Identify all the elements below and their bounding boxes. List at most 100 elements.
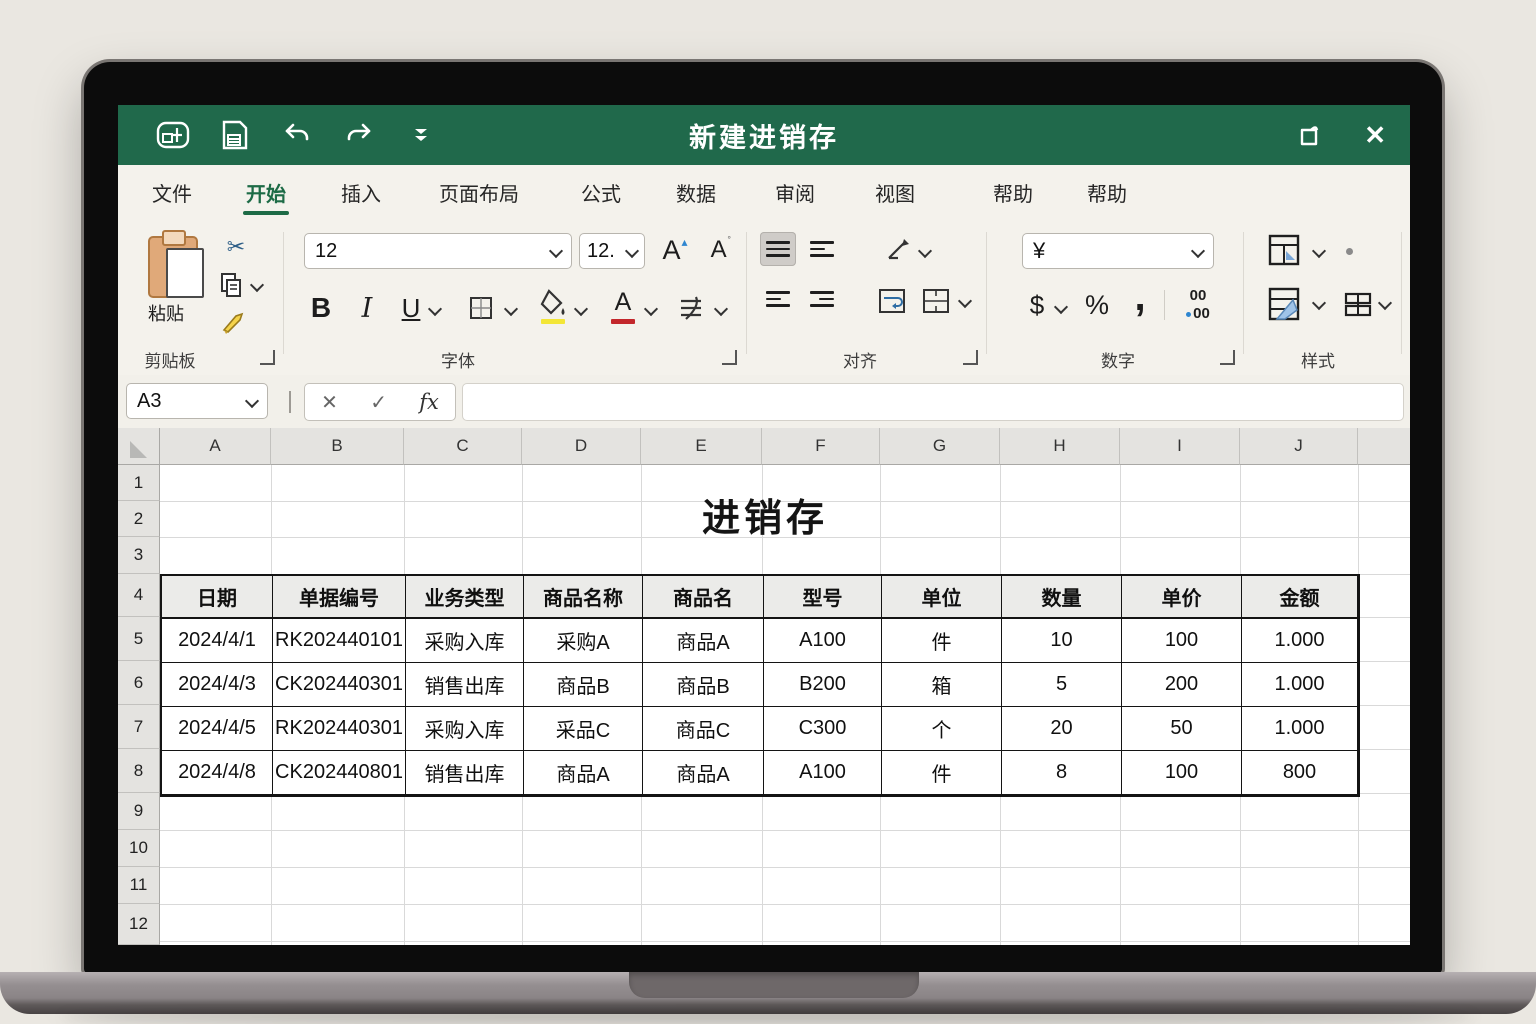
font-size-dropdown-icon[interactable] — [624, 243, 640, 259]
column-header-F[interactable]: F — [762, 428, 880, 465]
wrap-text-icon[interactable] — [874, 284, 910, 318]
table-cell[interactable]: 20 — [1002, 707, 1122, 751]
column-header-B[interactable]: B — [271, 428, 404, 465]
column-header-A[interactable]: A — [160, 428, 271, 465]
table-cell[interactable]: 商品A — [643, 751, 764, 795]
column-header-stub[interactable] — [1358, 428, 1410, 465]
fill-color-icon[interactable] — [536, 286, 570, 328]
merge-dropdown-icon[interactable] — [957, 293, 973, 309]
table-header-qty[interactable]: 数量 — [1002, 576, 1122, 619]
column-header-H[interactable]: H — [1000, 428, 1120, 465]
table-cell[interactable]: A100 — [764, 751, 882, 795]
confirm-entry-icon[interactable]: ✓ — [370, 390, 387, 415]
paste-button[interactable]: 粘贴 — [126, 226, 206, 326]
number-format-select[interactable]: ¥ — [1022, 233, 1214, 269]
row-header-8[interactable]: 8 — [118, 749, 160, 793]
select-all-corner[interactable] — [118, 428, 160, 465]
increase-decimal-icon[interactable]: 00 00 — [1176, 284, 1220, 326]
column-header-G[interactable]: G — [880, 428, 1000, 465]
format-as-table-icon[interactable] — [1264, 282, 1304, 326]
tab-file[interactable]: 文件 — [152, 165, 192, 220]
tab-page-layout[interactable]: 页面布局 — [439, 165, 519, 220]
copy-icon[interactable] — [216, 270, 246, 300]
name-box[interactable]: A3 — [126, 383, 268, 419]
table-cell[interactable]: 商品A — [643, 619, 764, 663]
comma-style-button[interactable]: , — [1126, 275, 1154, 319]
cancel-entry-icon[interactable]: ✕ — [321, 390, 338, 415]
table-cell[interactable]: 100 — [1122, 619, 1242, 663]
italic-button[interactable]: I — [350, 288, 384, 328]
tab-data[interactable]: 数据 — [676, 165, 716, 220]
table-cell[interactable]: 销售出库 — [406, 663, 524, 707]
table-header-date[interactable]: 日期 — [162, 576, 273, 619]
table-header-amount[interactable]: 金额 — [1242, 576, 1358, 619]
workbook-icon[interactable] — [156, 118, 190, 152]
table-cell[interactable]: 箱 — [882, 663, 1002, 707]
merge-center-icon[interactable] — [918, 284, 954, 318]
underline-dropdown-icon[interactable] — [427, 301, 443, 317]
sheet-title-cell[interactable]: 进销存 — [702, 487, 828, 542]
cells-area[interactable]: 进销存 日期 单据编号 业务类型 商品名称 商品名 型号 单位 数量 单价 金额… — [160, 465, 1410, 945]
alignment-dialog-launcher-icon[interactable] — [963, 350, 978, 365]
middle-align-button[interactable] — [804, 232, 840, 266]
font-size-input[interactable]: 12. — [579, 233, 645, 269]
table-cell[interactable]: 1.000 — [1242, 619, 1358, 663]
bold-button[interactable]: B — [304, 288, 338, 328]
font-dialog-launcher-icon[interactable] — [722, 350, 737, 365]
table-header-biz-type[interactable]: 业务类型 — [406, 576, 524, 619]
conditional-formatting-icon[interactable] — [1264, 230, 1304, 270]
shrink-font-button[interactable]: A ˚ — [704, 232, 738, 268]
tab-view[interactable]: 视图 — [875, 165, 915, 220]
row-header-4[interactable]: 4 — [118, 574, 160, 617]
clipboard-dialog-launcher-icon[interactable] — [260, 350, 275, 365]
column-header-D[interactable]: D — [522, 428, 641, 465]
number-dialog-launcher-icon[interactable] — [1220, 350, 1235, 365]
table-cell[interactable]: 商品B — [643, 663, 764, 707]
phonetic-dropdown-icon[interactable] — [713, 301, 729, 317]
table-cell[interactable]: CK202440801 — [273, 751, 406, 795]
number-format-dropdown-icon[interactable] — [1190, 243, 1206, 259]
row-header-6[interactable]: 6 — [118, 661, 160, 705]
table-cell[interactable]: 10 — [1002, 619, 1122, 663]
accounting-dropdown-icon[interactable] — [1053, 299, 1069, 315]
accounting-format-button[interactable]: $ — [1022, 286, 1052, 324]
table-header-product[interactable]: 商品名 — [643, 576, 764, 619]
borders-dropdown-icon[interactable] — [503, 301, 519, 317]
table-header-model[interactable]: 型号 — [764, 576, 882, 619]
table-cell[interactable]: 商品C — [643, 707, 764, 751]
insert-function-icon[interactable]: fx — [419, 390, 439, 414]
phonetic-guide-icon[interactable] — [674, 288, 708, 328]
table-cell[interactable]: 100 — [1122, 751, 1242, 795]
table-header-product-name[interactable]: 商品名称 — [524, 576, 643, 619]
table-cell[interactable]: 个 — [882, 707, 1002, 751]
table-cell[interactable]: 5 — [1002, 663, 1122, 707]
undo-icon[interactable] — [280, 118, 314, 152]
table-cell[interactable]: 采购入库 — [406, 619, 524, 663]
row-header-2[interactable]: 2 — [118, 501, 160, 537]
save-icon[interactable] — [218, 118, 252, 152]
table-header-unit[interactable]: 单位 — [882, 576, 1002, 619]
formula-input[interactable] — [462, 383, 1404, 421]
tab-help-2[interactable]: 帮助 — [1087, 165, 1127, 220]
fill-color-dropdown-icon[interactable] — [573, 301, 589, 317]
table-cell[interactable]: 件 — [882, 619, 1002, 663]
row-header-5[interactable]: 5 — [118, 617, 160, 661]
table-cell[interactable]: 采购入库 — [406, 707, 524, 751]
table-cell[interactable]: RK202440101 — [273, 619, 406, 663]
table-cell[interactable]: 采购A — [524, 619, 643, 663]
table-cell[interactable]: RK202440301 — [273, 707, 406, 751]
row-header-3[interactable]: 3 — [118, 537, 160, 574]
table-cell[interactable]: 1.000 — [1242, 707, 1358, 751]
table-cell[interactable]: B200 — [764, 663, 882, 707]
table-cell[interactable]: 商品A — [524, 751, 643, 795]
font-name-input[interactable]: 12 — [304, 233, 572, 269]
table-cell[interactable]: 2024/4/8 — [162, 751, 273, 795]
table-cell[interactable]: 2024/4/5 — [162, 707, 273, 751]
tab-home[interactable]: 开始 — [246, 165, 286, 220]
table-cell[interactable]: 商品B — [524, 663, 643, 707]
cut-icon[interactable]: ✂ — [218, 232, 254, 262]
orientation-dropdown-icon[interactable] — [917, 243, 933, 259]
table-cell[interactable]: 1.000 — [1242, 663, 1358, 707]
close-window-icon[interactable]: ✕ — [1364, 122, 1386, 148]
column-header-E[interactable]: E — [641, 428, 762, 465]
